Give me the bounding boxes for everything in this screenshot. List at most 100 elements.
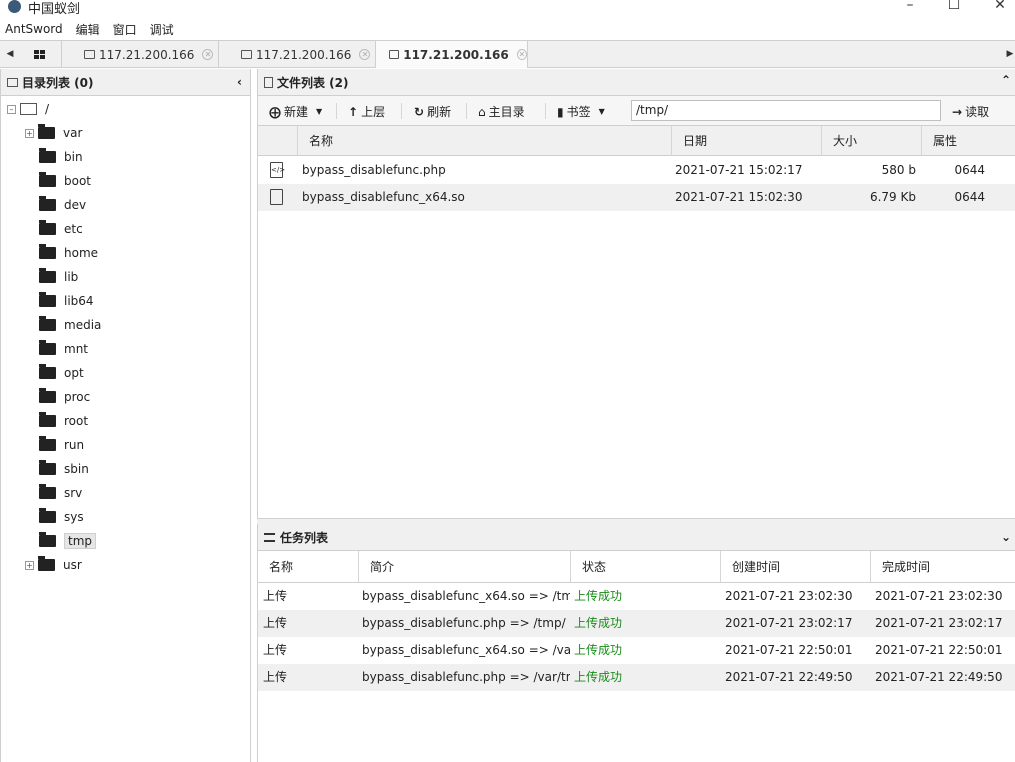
- maximize-icon[interactable]: ☐: [947, 0, 961, 12]
- tree-node-label: proc: [64, 390, 91, 404]
- read-button[interactable]: → 读取: [952, 103, 989, 120]
- col-name[interactable]: 名称: [297, 126, 671, 156]
- tab-close-icon[interactable]: ✕: [359, 49, 371, 60]
- collapse-up-icon[interactable]: ⌃: [1001, 73, 1011, 87]
- expand-icon[interactable]: +: [25, 560, 34, 570]
- task-row[interactable]: 上传 bypass_disablefunc_x64.so => /tmp 上传成…: [258, 583, 1015, 610]
- task-created: 2021-07-21 22:49:50: [725, 670, 853, 684]
- file-icon: [264, 76, 273, 88]
- task-name: 上传: [263, 643, 288, 657]
- expand-icon[interactable]: +: [25, 128, 34, 138]
- tree-node-srv[interactable]: srv: [39, 482, 82, 504]
- tree-node-proc[interactable]: proc: [39, 386, 90, 408]
- folder-icon: [39, 316, 56, 331]
- task-row[interactable]: 上传 bypass_disablefunc_x64.so => /var/ 上传…: [258, 637, 1015, 664]
- file-row[interactable]: bypass_disablefunc_x64.so 2021-07-21 15:…: [258, 184, 1015, 211]
- tree-node-tmp[interactable]: tmp: [39, 530, 97, 552]
- chevron-down-icon[interactable]: ⌄: [1001, 530, 1011, 544]
- home-button[interactable]: ⌂ 主目录: [478, 103, 525, 120]
- menu-window[interactable]: 窗口: [113, 21, 137, 38]
- file-size: 580 b: [881, 163, 916, 177]
- task-name: 上传: [263, 616, 288, 630]
- collapse-panel-icon[interactable]: ‹: [237, 75, 242, 89]
- tab-close-icon[interactable]: ✕: [202, 49, 214, 60]
- collapse-icon[interactable]: –: [7, 104, 16, 114]
- tree-node-label: var: [63, 126, 83, 140]
- tree-node-home[interactable]: home: [39, 242, 98, 264]
- folder-icon: [39, 244, 56, 259]
- col-perm[interactable]: 属性: [921, 126, 1015, 156]
- file-icon: [270, 189, 283, 205]
- tab-session-2[interactable]: 117.21.200.166 ✕: [219, 41, 376, 68]
- file-row[interactable]: </> bypass_disablefunc.php 2021-07-21 15…: [258, 157, 1015, 184]
- up-button[interactable]: ↑ 上层: [348, 103, 385, 120]
- tree-node-sbin[interactable]: sbin: [39, 458, 89, 480]
- tree-node-etc[interactable]: etc: [39, 218, 83, 240]
- file-size: 6.79 Kb: [869, 190, 916, 204]
- tree-node-bin[interactable]: bin: [39, 146, 83, 168]
- tree-node-usr[interactable]: + usr: [25, 554, 82, 576]
- folder-icon: [39, 196, 56, 211]
- task-col-desc[interactable]: 简介: [358, 551, 570, 583]
- col-size[interactable]: 大小: [821, 126, 921, 156]
- path-input[interactable]: /tmp/: [631, 100, 941, 121]
- tab-label: 117.21.200.166: [403, 47, 509, 62]
- tree-node-lib[interactable]: lib: [39, 266, 78, 288]
- tab-scroll-left-icon[interactable]: ◀: [2, 41, 18, 68]
- tree-node-media[interactable]: media: [39, 314, 101, 336]
- tree-node-sys[interactable]: sys: [39, 506, 84, 528]
- tab-session-3[interactable]: 117.21.200.166 ✕: [376, 41, 528, 68]
- tab-home[interactable]: [18, 41, 62, 68]
- tree-node-dev[interactable]: dev: [39, 194, 86, 216]
- file-toolbar: ⨁ 新建 ▼ ↑ 上层 ↻ 刷新 ⌂ 主目录 ▮ 书签 ▼ /tmp/ → 读取: [258, 96, 1015, 126]
- tree-node-root[interactable]: – /: [7, 98, 49, 120]
- caret-down-icon: ▼: [598, 107, 605, 116]
- tab-close-icon[interactable]: ✕: [516, 49, 527, 60]
- menu-bar: AntSword 编辑 窗口 调试: [0, 18, 1015, 40]
- bookmark-button[interactable]: ▮ 书签 ▼: [557, 103, 605, 120]
- tab-scroll-right-icon[interactable]: ▶: [1002, 41, 1015, 68]
- tab-session-1[interactable]: 117.21.200.166 ✕: [62, 41, 219, 68]
- tree-node-opt[interactable]: opt: [39, 362, 84, 384]
- task-done: 2021-07-21 23:02:30: [875, 589, 1003, 603]
- menu-debug[interactable]: 调试: [150, 21, 174, 38]
- tree-node-run[interactable]: run: [39, 434, 84, 456]
- task-created: 2021-07-21 23:02:30: [725, 589, 853, 603]
- folder-icon: [389, 50, 400, 59]
- minimize-icon[interactable]: –: [903, 0, 917, 12]
- task-created: 2021-07-21 22:50:01: [725, 643, 853, 657]
- new-button[interactable]: ⨁ 新建 ▼: [269, 103, 322, 120]
- file-perm: 0644: [954, 190, 985, 204]
- refresh-button[interactable]: ↻ 刷新: [414, 103, 451, 120]
- tree-node-root-dir[interactable]: root: [39, 410, 88, 432]
- tree-node-lib64[interactable]: lib64: [39, 290, 94, 312]
- tree-node-mnt[interactable]: mnt: [39, 338, 88, 360]
- folder-icon: [38, 556, 55, 571]
- bookmark-icon: ▮: [557, 104, 564, 119]
- file-panel: 文件列表 (2) ⌃ ⨁ 新建 ▼ ↑ 上层 ↻ 刷新 ⌂ 主目录 ▮ 书签 ▼…: [257, 69, 1015, 518]
- task-row[interactable]: 上传 bypass_disablefunc.php => /tmp/ 上传成功 …: [258, 610, 1015, 637]
- home-label: 主目录: [488, 105, 525, 119]
- task-col-status[interactable]: 状态: [570, 551, 720, 583]
- task-row[interactable]: 上传 bypass_disablefunc.php => /var/tm 上传成…: [258, 664, 1015, 691]
- task-col-name[interactable]: 名称: [258, 551, 358, 583]
- col-date[interactable]: 日期: [671, 126, 821, 156]
- task-col-created[interactable]: 创建时间: [720, 551, 870, 583]
- task-status: 上传成功: [574, 616, 623, 630]
- tree-node-var[interactable]: + var: [25, 122, 82, 144]
- task-desc: bypass_disablefunc.php => /var/tm: [362, 670, 570, 684]
- new-label: 新建: [284, 105, 309, 119]
- tree-node-label: usr: [63, 558, 82, 572]
- menu-edit[interactable]: 编辑: [76, 21, 100, 38]
- window-title: 中国蚁剑: [28, 2, 81, 17]
- close-window-icon[interactable]: ✕: [993, 0, 1007, 12]
- menu-antsword[interactable]: AntSword: [5, 22, 63, 36]
- task-desc: bypass_disablefunc_x64.so => /tmp: [362, 589, 570, 603]
- tree-node-label: lib64: [64, 294, 94, 308]
- task-name: 上传: [263, 589, 288, 603]
- tree-node-boot[interactable]: boot: [39, 170, 91, 192]
- tree-node-label: opt: [64, 366, 84, 380]
- folder-icon: [38, 124, 55, 139]
- task-col-done[interactable]: 完成时间: [870, 551, 1015, 583]
- file-name: bypass_disablefunc_x64.so: [302, 190, 465, 204]
